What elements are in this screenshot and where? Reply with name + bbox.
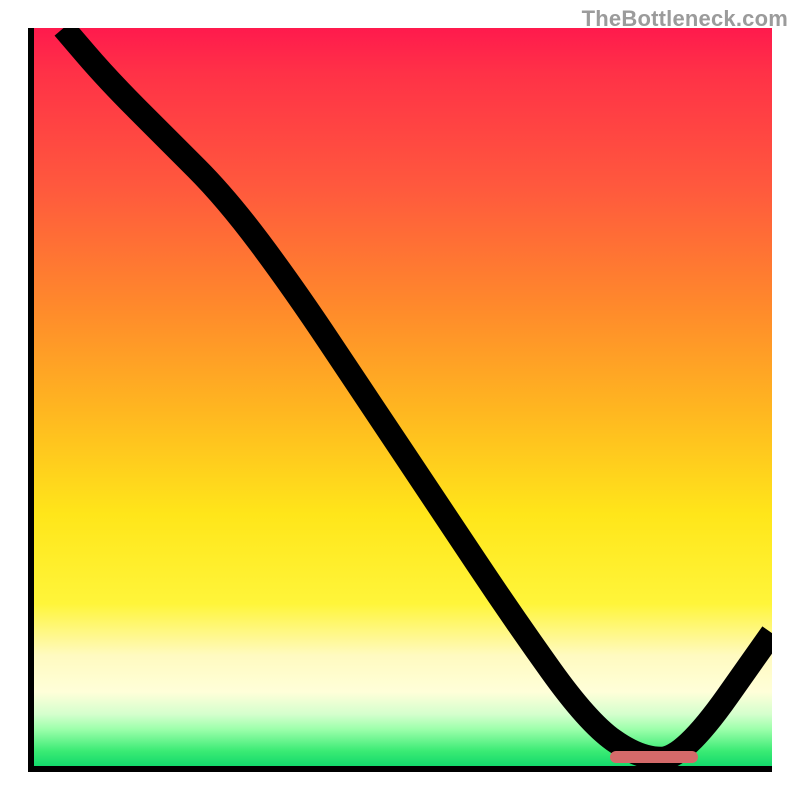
chart-wrapper: TheBottleneck.com: [0, 0, 800, 800]
plot-frame: [28, 28, 772, 772]
curve-layer: [34, 28, 772, 766]
curve-path: [64, 28, 772, 759]
optimal-marker: [610, 751, 699, 763]
